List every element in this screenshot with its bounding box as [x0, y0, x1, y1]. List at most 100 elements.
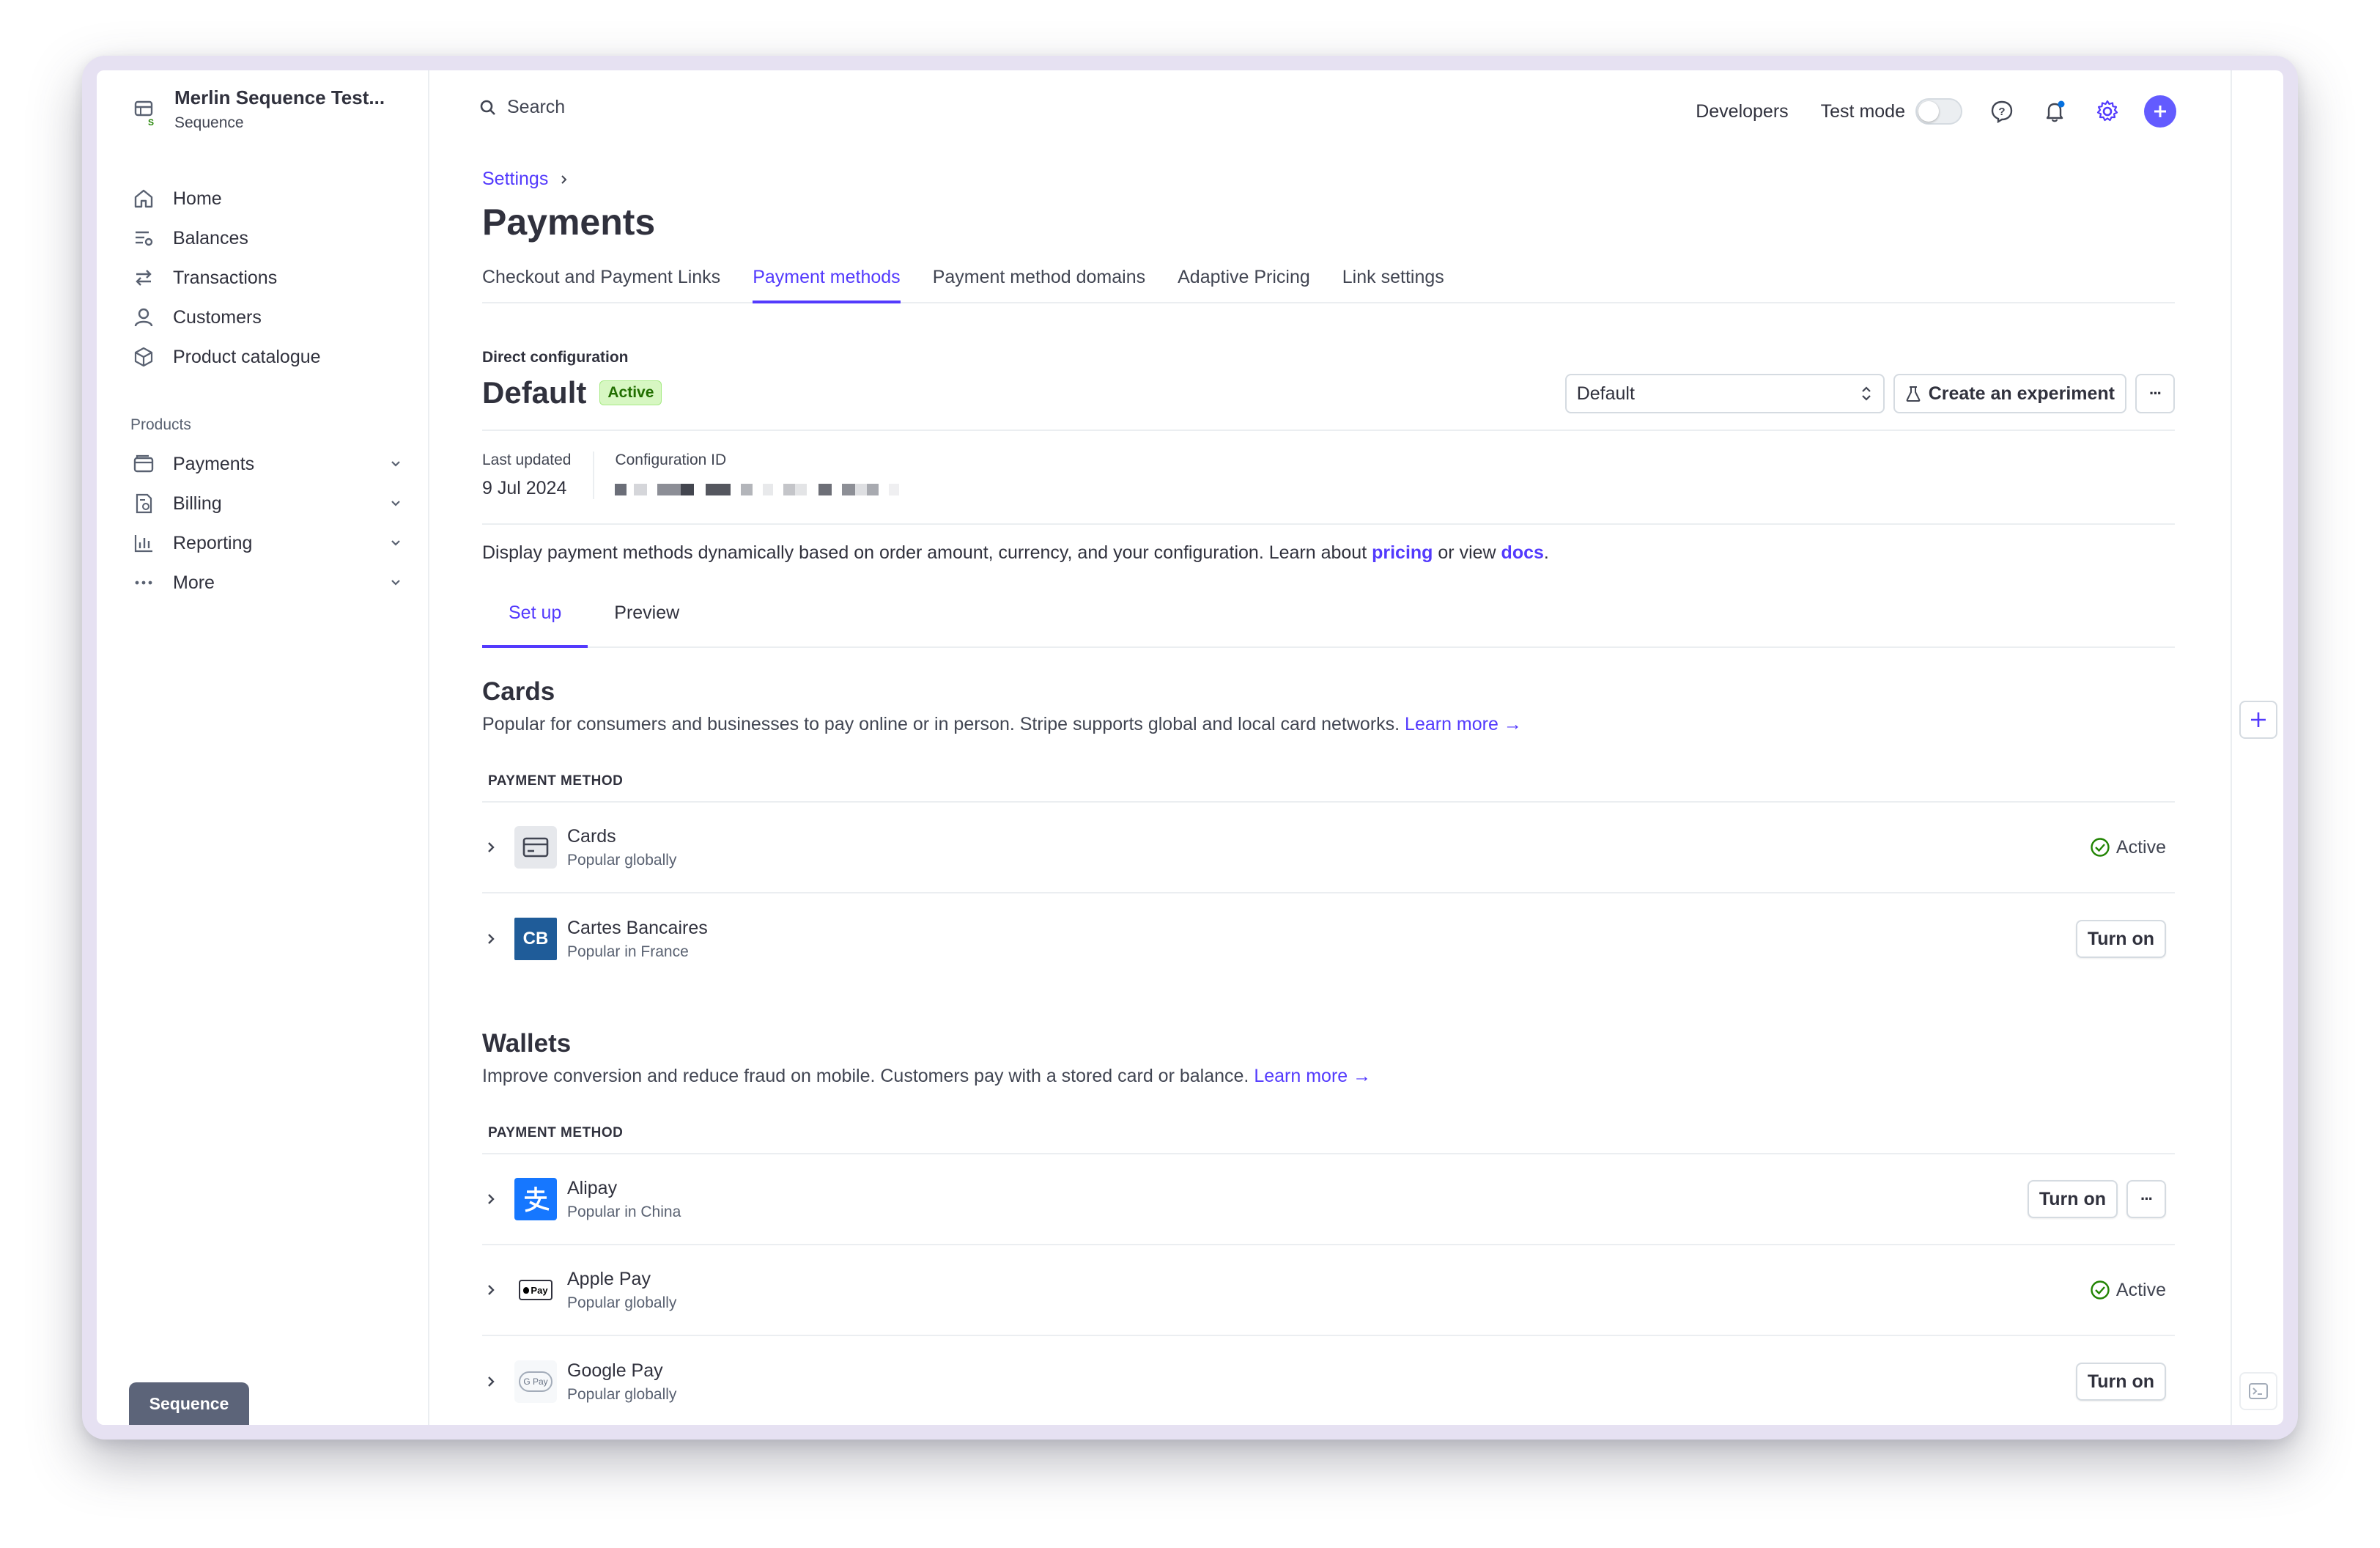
rail-add-button[interactable] [2239, 701, 2277, 739]
settings-gear-icon[interactable] [2091, 95, 2124, 128]
config-meta: Last updated 9 Jul 2024 Configuration ID [482, 452, 921, 499]
section-description-text: Improve conversion and reduce fraud on m… [482, 1066, 1249, 1086]
learn-more-link[interactable]: Learn more → [1254, 1066, 1371, 1086]
payment-method-name: Apple Pay [567, 1268, 651, 1289]
terminal-icon [2249, 1383, 2268, 1399]
test-mode-toggle[interactable] [1915, 98, 1962, 125]
config-controls: Default Create an experiment ··· [1564, 374, 2175, 413]
section-title: Cards [482, 677, 555, 706]
nav-item-balances[interactable]: Balances [130, 218, 403, 258]
sandbox-badge[interactable]: Sequence [129, 1382, 249, 1425]
top-actions: Developers Test mode ? [1696, 95, 2176, 128]
divider [482, 523, 2175, 525]
check-circle-icon [2091, 838, 2110, 857]
product-catalogue-icon [130, 344, 157, 370]
payment-method-row-cartes-bancaires: CB Cartes Bancaires Popular in France Tu… [482, 893, 2175, 984]
tab-link-settings[interactable]: Link settings [1342, 259, 1444, 303]
more-horizontal-icon: ··· [2149, 384, 2162, 402]
apple-icon [523, 1286, 530, 1294]
nav-item-transactions[interactable]: Transactions [130, 258, 403, 298]
config-more-button[interactable]: ··· [2135, 374, 2175, 413]
more-icon [130, 570, 157, 596]
chevron-right-icon [561, 174, 567, 184]
nav-item-payments[interactable]: Payments [130, 444, 403, 484]
tab-checkout-payment-links[interactable]: Checkout and Payment Links [482, 259, 720, 303]
breadcrumb-settings-link[interactable]: Settings [482, 169, 548, 190]
payment-method-popularity: Popular in France [567, 943, 689, 960]
turn-on-button[interactable]: Turn on [2075, 1363, 2166, 1401]
chevron-down-icon [391, 580, 400, 586]
last-updated: Last updated 9 Jul 2024 [482, 452, 593, 499]
transactions-icon [130, 265, 157, 291]
search-input[interactable]: Search [479, 97, 565, 118]
section-description: Improve conversion and reduce fraud on m… [482, 1066, 2175, 1087]
tab-preview[interactable]: Preview [588, 589, 706, 648]
google-pay-logo: G Pay [514, 1360, 557, 1403]
last-updated-value: 9 Jul 2024 [482, 478, 567, 498]
expand-chevron-icon[interactable] [482, 1281, 500, 1299]
account-sub: Sequence [174, 114, 244, 131]
nav-label: Home [173, 188, 222, 209]
terminal-shell-button[interactable] [2239, 1372, 2277, 1410]
create-experiment-button[interactable]: Create an experiment [1893, 374, 2126, 413]
account-name: Merlin Sequence Test... [174, 86, 385, 108]
payment-method-column-header: PAYMENT METHOD [482, 1125, 2175, 1154]
status-text: Active [2115, 1279, 2166, 1300]
learn-more-link[interactable]: Learn more → [1405, 714, 1522, 734]
nav-label: More [173, 572, 215, 593]
tab-payment-method-domains[interactable]: Payment method domains [933, 259, 1145, 303]
create-experiment-label: Create an experiment [1928, 383, 2115, 404]
top-bar: Search Developers Test mode ? [429, 70, 2283, 151]
alipay-logo [514, 1178, 557, 1220]
more-options-button[interactable]: ··· [2126, 1180, 2166, 1218]
customers-icon [130, 304, 157, 331]
config-id-redacted [615, 484, 900, 495]
notifications-icon[interactable] [2039, 95, 2071, 128]
payment-method-name: Cartes Bancaires [567, 917, 708, 938]
apple-pay-logo: Pay [514, 1269, 557, 1311]
card-icon [514, 826, 557, 869]
status-badge: Active [599, 380, 662, 405]
nav-label: Balances [173, 227, 248, 248]
chevron-down-icon [391, 540, 400, 546]
pricing-link[interactable]: pricing [1372, 542, 1433, 563]
create-plus-button[interactable] [2144, 95, 2176, 128]
expand-chevron-icon[interactable] [482, 1190, 500, 1208]
developers-link[interactable]: Developers [1696, 101, 1788, 122]
tab-set-up[interactable]: Set up [482, 589, 588, 648]
store-icon: S [133, 100, 163, 136]
help-icon[interactable]: ? [1986, 95, 2018, 128]
reporting-icon [130, 530, 157, 556]
svg-text:?: ? [1998, 106, 2005, 118]
config-select-value: Default [1576, 383, 1635, 404]
docs-link[interactable]: docs [1501, 542, 1544, 563]
expand-chevron-icon[interactable] [482, 1373, 500, 1390]
nav-item-customers[interactable]: Customers [130, 298, 403, 337]
payment-method-row-apple-pay: Pay Apple Pay Popular globally Active [482, 1245, 2175, 1336]
check-circle-icon [2091, 1280, 2110, 1300]
sandbox-mark: S [148, 117, 158, 128]
chevron-down-icon [391, 461, 400, 467]
nav-item-product-catalogue[interactable]: Product catalogue [130, 337, 403, 377]
home-icon [130, 185, 157, 212]
account-switcher[interactable]: S Merlin Sequence Test... Sequence [133, 85, 385, 136]
nav-item-more[interactable]: More [130, 563, 403, 602]
nav-item-reporting[interactable]: Reporting [130, 523, 403, 563]
nav-item-billing[interactable]: Billing [130, 484, 403, 523]
expand-chevron-icon[interactable] [482, 930, 500, 948]
expand-chevron-icon[interactable] [482, 838, 500, 856]
nav-item-home[interactable]: Home [130, 179, 403, 218]
turn-on-button[interactable]: Turn on [2075, 920, 2166, 958]
primary-nav: Home Balances Transactions Customers Pro… [130, 179, 403, 377]
products-nav: Payments Billing Reporting More [130, 444, 403, 602]
turn-on-button[interactable]: Turn on [2027, 1180, 2118, 1218]
chevron-updown-icon [1861, 386, 1871, 401]
tab-adaptive-pricing[interactable]: Adaptive Pricing [1178, 259, 1310, 303]
page-title: Payments [482, 202, 656, 243]
tab-payment-methods[interactable]: Payment methods [753, 259, 901, 303]
config-id-label: Configuration ID [615, 452, 727, 468]
config-select[interactable]: Default [1564, 374, 1885, 413]
app-window: S Merlin Sequence Test... Sequence Home … [97, 70, 2283, 1425]
products-section-label: Products [130, 416, 191, 433]
payment-method-popularity: Popular globally [567, 1294, 677, 1311]
